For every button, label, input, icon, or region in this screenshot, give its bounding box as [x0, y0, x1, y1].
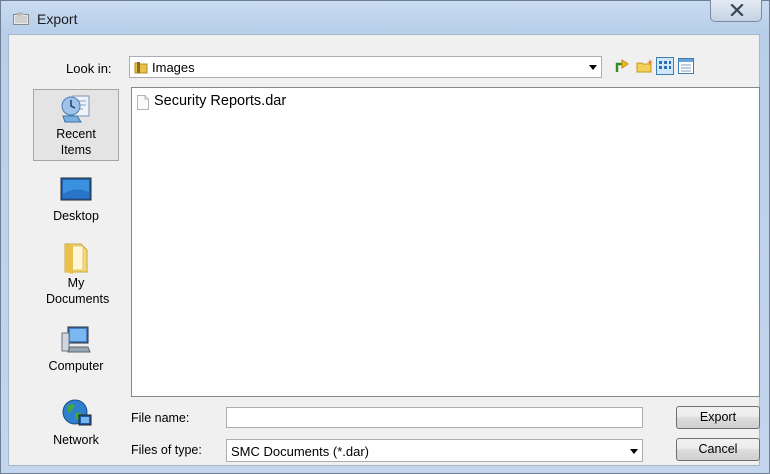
place-desktop[interactable]: Desktop [33, 176, 119, 224]
up-one-level-icon[interactable] [614, 58, 630, 77]
file-type-label: Files of type: [131, 443, 202, 457]
place-label: Network [53, 433, 99, 447]
file-list[interactable]: Security Reports.dar [131, 87, 760, 397]
network-icon [62, 399, 92, 426]
place-my-documents[interactable]: My Documents [33, 240, 119, 307]
document-icon [137, 95, 149, 110]
place-recent-items[interactable]: Recent Items [33, 89, 119, 161]
look-in-dropdown[interactable]: Images [129, 56, 602, 78]
folder-icon [134, 62, 148, 74]
look-in-value: Images [152, 60, 195, 75]
computer-icon [61, 326, 91, 353]
list-view-icon[interactable] [656, 57, 674, 78]
file-name-field[interactable] [226, 407, 643, 428]
file-name: Security Reports.dar [154, 93, 287, 109]
file-type-value: SMC Documents (*.dar) [231, 444, 369, 459]
place-label: My Documents [46, 276, 110, 306]
look-in-label: Look in: [66, 61, 112, 76]
file-type-dropdown[interactable]: SMC Documents (*.dar) [226, 439, 643, 462]
details-view-icon[interactable] [678, 58, 694, 77]
app-icon [13, 12, 29, 25]
close-icon [730, 4, 744, 16]
file-name-label: File name: [131, 411, 190, 425]
window-title: Export [37, 11, 78, 27]
place-label: Recent Items [56, 127, 96, 157]
my-documents-icon [64, 243, 88, 274]
title-bar[interactable]: Export [1, 0, 769, 35]
place-label: Computer [48, 359, 104, 373]
cancel-button[interactable]: Cancel [676, 438, 760, 461]
place-network[interactable]: Network [33, 397, 119, 448]
place-label: Desktop [53, 209, 99, 223]
export-button[interactable]: Export [676, 406, 760, 429]
desktop-icon [60, 177, 92, 201]
new-folder-icon[interactable] [636, 58, 654, 77]
chevron-down-icon[interactable] [589, 65, 597, 70]
recent-items-icon [61, 95, 90, 123]
chevron-down-icon[interactable] [630, 449, 638, 454]
close-button[interactable] [710, 0, 762, 22]
place-computer[interactable]: Computer [33, 325, 119, 374]
